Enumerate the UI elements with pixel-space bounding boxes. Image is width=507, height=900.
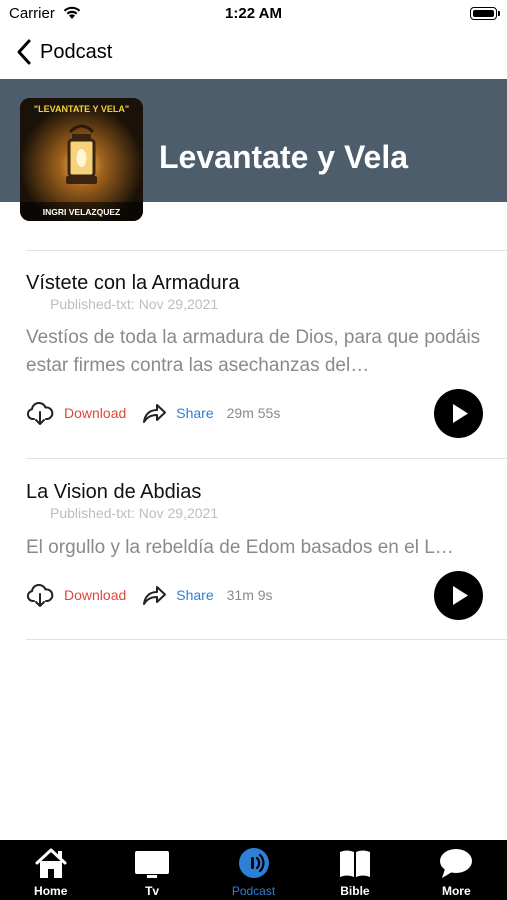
episode-duration: 31m 9s xyxy=(226,587,273,603)
home-icon xyxy=(35,848,67,878)
cloud-download-icon[interactable] xyxy=(26,582,54,608)
tv-icon xyxy=(135,851,170,878)
share-icon[interactable] xyxy=(140,582,168,608)
episode-description: Vestíos de toda la armadura de Dios, par… xyxy=(26,327,481,376)
tab-label: Home xyxy=(34,884,68,898)
chat-bubble-icon xyxy=(440,849,473,878)
episode-description: El orgullo y la rebeldía de Edom basados… xyxy=(26,537,454,558)
episode-duration: 29m 55s xyxy=(226,405,281,421)
back-button[interactable]: Podcast xyxy=(14,38,112,66)
divider xyxy=(26,250,507,251)
download-button[interactable]: Download xyxy=(64,405,126,421)
play-button[interactable] xyxy=(434,571,483,620)
divider xyxy=(26,458,507,459)
cover-author-text: INGRI VELAZQUEZ xyxy=(43,207,120,217)
play-icon xyxy=(453,404,468,423)
tab-more[interactable]: More xyxy=(406,840,507,900)
download-button[interactable]: Download xyxy=(64,587,126,603)
share-icon[interactable] xyxy=(140,400,168,426)
episode-published-date: Published-txt: Nov 29,2021 xyxy=(50,296,219,312)
share-button[interactable]: Share xyxy=(176,405,213,421)
episode-published-date: Published-txt: Nov 29,2021 xyxy=(50,505,219,521)
tab-home[interactable]: Home xyxy=(0,840,101,900)
podcast-header: "LEVANTATE Y VELA" INGRI VELAZQUEZ Levan… xyxy=(0,79,507,221)
tab-label: Podcast xyxy=(231,884,276,898)
episode-actions: Download Share 31m 9s xyxy=(26,580,273,610)
cover-title-text: "LEVANTATE Y VELA" xyxy=(34,104,129,114)
chevron-left-icon xyxy=(17,39,31,65)
divider xyxy=(26,639,507,640)
navigation-bar: Podcast xyxy=(0,28,507,78)
tab-label: Bible xyxy=(340,884,370,898)
play-icon xyxy=(453,586,468,605)
podcast-icon xyxy=(238,848,269,878)
cloud-download-icon[interactable] xyxy=(26,400,54,426)
podcast-cover-image: "LEVANTATE Y VELA" INGRI VELAZQUEZ xyxy=(20,98,143,221)
episode-actions: Download Share 29m 55s xyxy=(26,398,280,428)
status-bar: Carrier 1:22 AM xyxy=(0,0,507,28)
tab-bar: Home Tv Podcast Bible More xyxy=(0,840,507,900)
tab-label: More xyxy=(441,884,471,898)
back-label: Podcast xyxy=(40,40,113,63)
podcast-title: Levantate y Vela xyxy=(159,139,409,175)
tab-label: Tv xyxy=(145,884,160,898)
episode-title[interactable]: La Vision de Abdias xyxy=(26,481,201,504)
tab-tv[interactable]: Tv xyxy=(101,840,202,900)
book-icon xyxy=(339,850,370,877)
tab-bible[interactable]: Bible xyxy=(304,840,405,900)
share-button[interactable]: Share xyxy=(176,587,213,603)
episode-title[interactable]: Vístete con la Armadura xyxy=(26,272,239,295)
battery-icon xyxy=(470,7,500,20)
clock: 1:22 AM xyxy=(225,5,282,22)
tab-podcast[interactable]: Podcast xyxy=(203,840,304,900)
play-button[interactable] xyxy=(434,389,483,438)
